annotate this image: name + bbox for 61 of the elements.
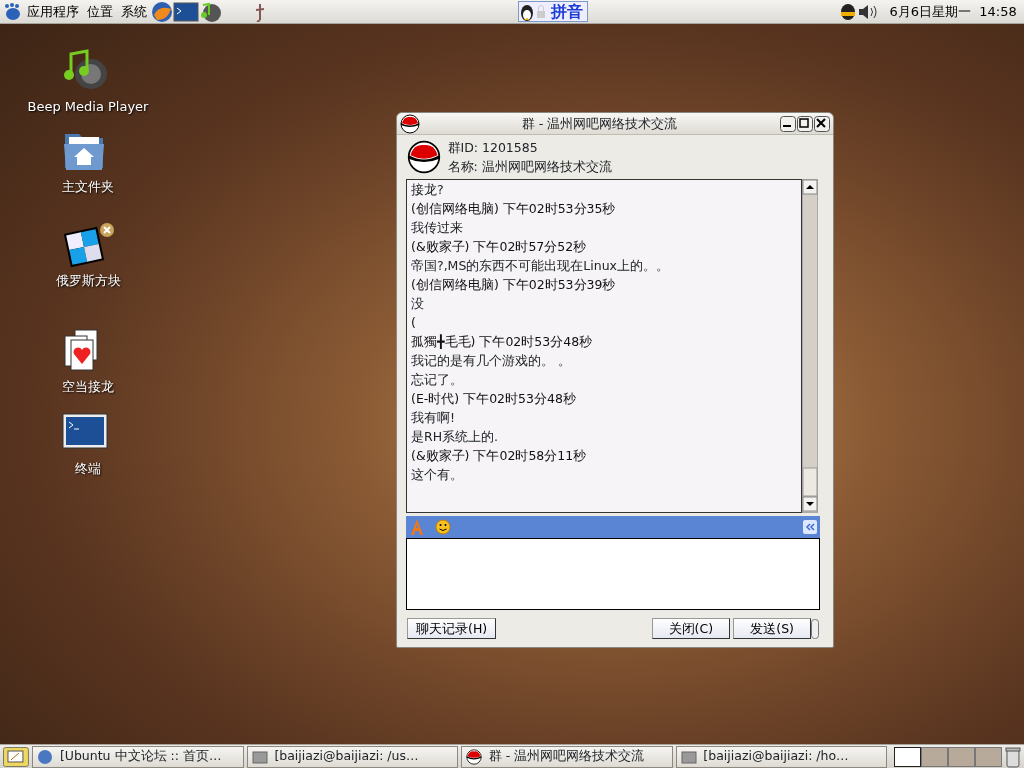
message-header: (&败家子) 下午02时57分52秒 [411,238,588,256]
message-text: 我有啊! [411,409,456,427]
icon-label[interactable]: 主文件夹 [62,177,114,197]
message-header: (E-时代) 下午02时53分48秒 [411,390,577,408]
message-header: (&败家子) 下午02时58分11秒 [411,447,588,465]
message-text: 是RH系统上的. [411,428,500,446]
message-text: 我传过来 [411,219,464,237]
taskbar-button[interactable]: [baijiazi@baijiazi: /us… [246,745,459,768]
close-button[interactable] [813,115,830,132]
window-title: 群 - 温州网吧网络技术交流 [520,114,679,133]
hat-icon [400,113,421,134]
minimize-button[interactable] [779,115,796,132]
dropdown-handle[interactable] [811,618,819,639]
terminal-icon [680,748,697,765]
icon-label[interactable]: 空当接龙 [62,377,114,397]
taskbar-button[interactable]: [baijiazi@baijiazi: /ho… [675,745,888,768]
lock-icon [535,3,548,20]
message-text: 这个有。 [411,466,464,484]
message-text: 我记的是有几个游戏的。 。 [411,352,572,370]
message-header: ( [411,314,417,332]
message-text: 忘记了。 [411,371,464,389]
puzzle-blocks-icon[interactable] [61,222,115,268]
close-button[interactable]: 关闭(C) [651,618,731,640]
message-header: (创信网络电脑) 下午02时53分39秒 [411,276,617,294]
trash-icon[interactable] [1004,745,1021,768]
workspace-button[interactable] [893,746,921,767]
maximize-button[interactable] [796,115,813,132]
message-text: 没 [411,295,425,313]
browser-icon [37,748,54,765]
taskbar-button[interactable]: [Ubuntu 中文论坛 :: 首页… [32,745,244,768]
terminal-icon [251,748,268,765]
show-desktop-icon[interactable] [3,746,30,767]
message-header: 孤獨╋毛毛) 下午02时53分48秒 [411,333,594,351]
workspace-button[interactable] [920,746,948,767]
taskbar-button[interactable]: 群 - 温州网吧网络技术交流 [461,745,673,768]
icon-label[interactable]: 俄罗斯方块 [55,271,121,291]
globe-icon[interactable] [151,0,174,23]
message-header: (创信网络电脑) 下午02时53分35秒 [411,200,617,218]
collapse-icon[interactable] [802,520,817,535]
music-speaker-icon[interactable] [199,0,224,23]
speaker-icon[interactable] [856,2,879,21]
send-button[interactable]: 发送(S) [733,618,811,640]
hat-avatar-icon [407,140,441,174]
penguin-icon [519,2,536,21]
menu-item[interactable]: 位置 [83,1,118,22]
terminal-icon[interactable] [173,1,200,22]
chat-icon [466,748,483,765]
smiley-icon[interactable] [435,519,452,536]
menu-item[interactable]: 应用程序 [23,1,84,22]
input-method-indicator[interactable]: 拼音 [518,1,589,22]
scrollbar[interactable] [802,179,818,513]
message-text: 帝国?,MS的东西不可能出现在Linux上的。。 [411,257,670,275]
icon-label[interactable]: 终端 [75,459,101,479]
group-id: 群ID: 1201585 [447,139,539,157]
icon-label[interactable]: Beep Media Player [27,97,149,117]
group-name: 名称: 温州网吧网络技术交流 [447,158,612,176]
chat-history-button[interactable]: 聊天记录(H) [407,618,497,640]
menu-item[interactable]: 系统 [117,1,152,22]
clock[interactable]: 6月6日星期一 14:58 [885,1,1021,22]
message-text: 接龙? [411,181,445,199]
message-input-field[interactable] [406,538,820,611]
